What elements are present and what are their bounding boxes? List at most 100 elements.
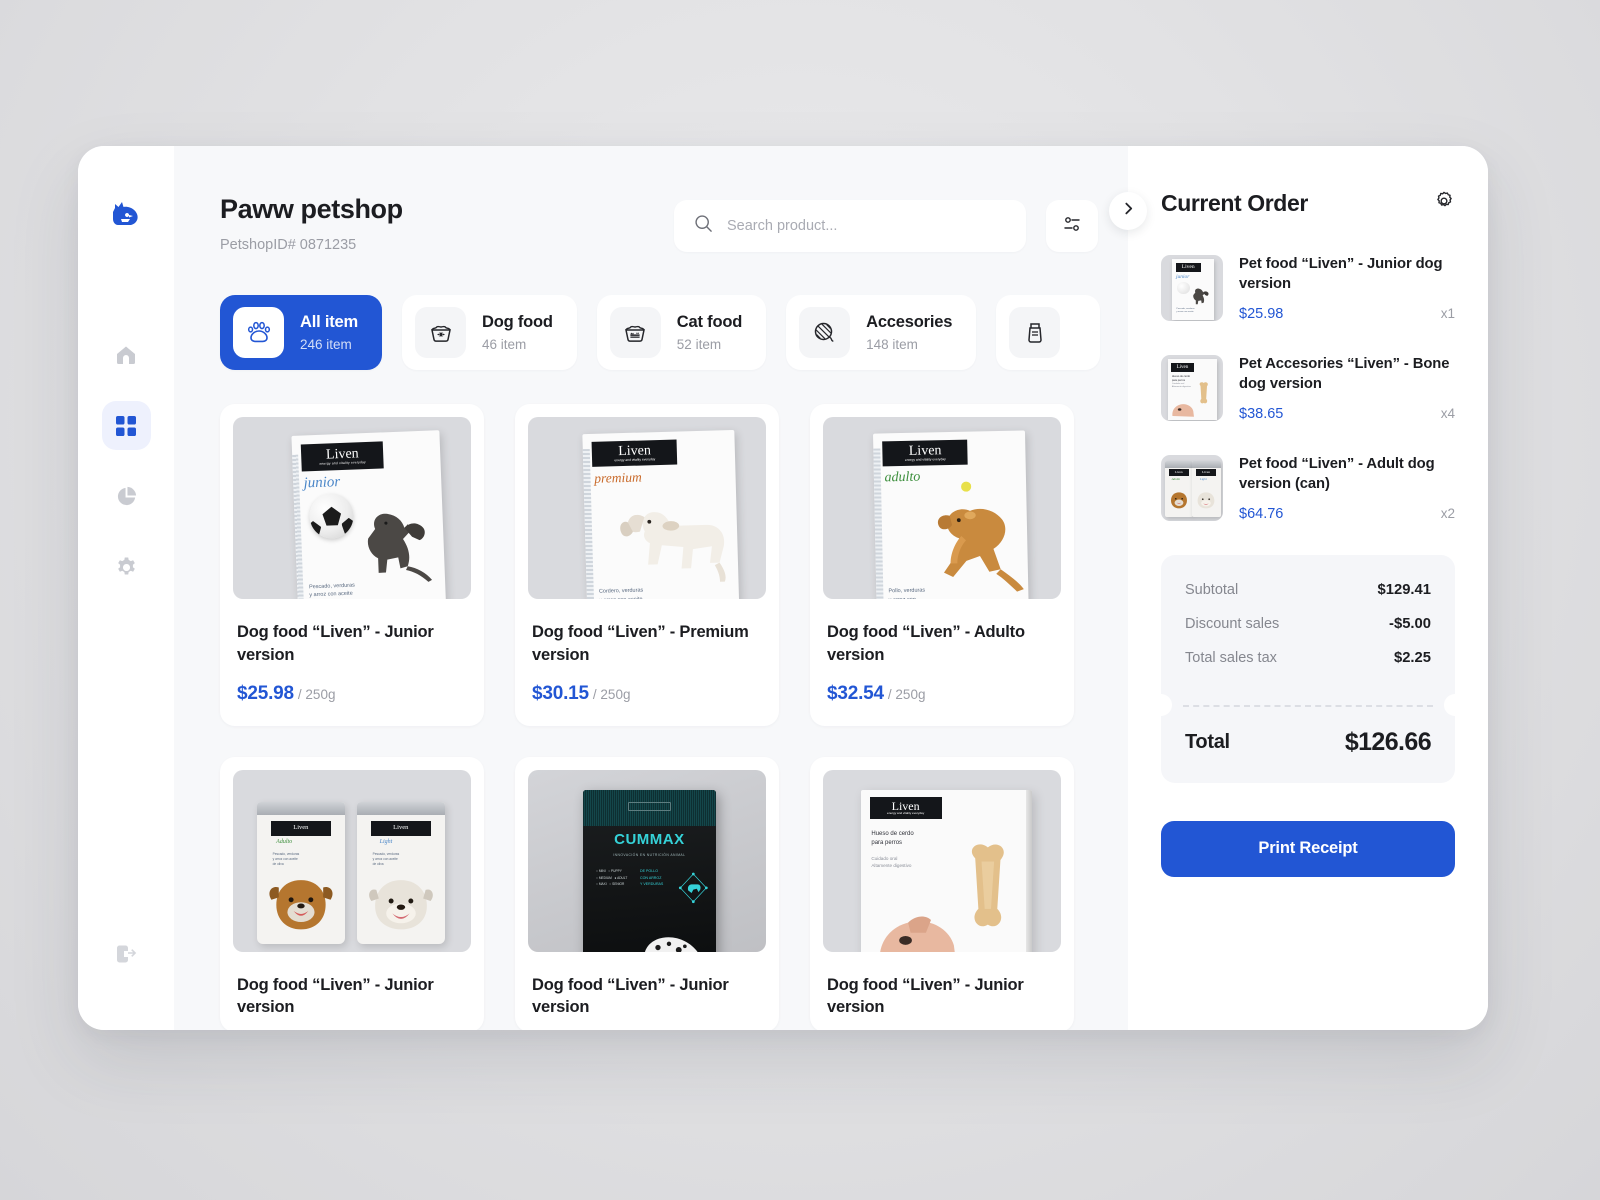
order-item[interactable]: Liven Hueso de cerdo para perros Cuidado …	[1161, 354, 1455, 422]
product-grid: Liven energy and vitality everyday junior	[220, 404, 1128, 1030]
product-image: CUMMAX INNOVACIÓN EN NUTRICIÓN ANIMAL ○ …	[528, 769, 766, 952]
product-title: Dog food “Liven” - Adulto version	[827, 623, 1025, 664]
price-unit: / 250g	[592, 686, 631, 702]
category-count: 52 item	[676, 337, 722, 352]
category-tab-dog-food[interactable]: Dog food 46 item	[402, 295, 577, 370]
order-item-quantity: x2	[1440, 505, 1455, 521]
order-item-price: $25.98	[1239, 305, 1284, 322]
logout-button[interactable]	[102, 929, 151, 978]
order-totals: Subtotal $129.41 Discount sales -$5.00 T…	[1161, 554, 1455, 783]
order-item-thumbnail: Liven Adulto Liven Light	[1161, 454, 1223, 521]
order-item-thumbnail: Liven Hueso de cerdo para perros Cuidado …	[1161, 354, 1223, 421]
order-item-meta: $38.65 x4	[1239, 406, 1455, 422]
category-tab-grooming[interactable]	[996, 295, 1101, 370]
sidebar-item-dashboard[interactable]	[101, 401, 151, 450]
filter-button[interactable]	[1046, 200, 1098, 252]
search-icon	[694, 214, 713, 238]
product-title: Dog food “Liven” - Junior version	[532, 975, 729, 1017]
shop-id: PetshopID# 0871235	[220, 237, 357, 253]
dashed-divider	[1183, 704, 1433, 707]
yarn-ball-icon	[799, 307, 851, 358]
order-item-meta: $25.98 x1	[1239, 306, 1455, 322]
order-items-list: Liven junior Pescado, verduras y arroz co…	[1161, 255, 1455, 522]
product-title: Dog food “Liven” - Premium version	[532, 623, 749, 664]
notch-left	[1161, 693, 1172, 716]
gear-icon	[1433, 190, 1455, 217]
category-label: Cat food	[676, 313, 743, 331]
product-title: Dog food “Liven” - Junior version	[827, 975, 1024, 1017]
order-item-body: Pet Accesories “Liven” - Bone dog versio…	[1239, 355, 1455, 422]
grand-total-label: Total	[1185, 730, 1230, 753]
sidebar-item-settings[interactable]	[102, 543, 151, 592]
product-image: Liven energy and vitality everyday junior	[233, 417, 471, 599]
category-count: 46 item	[482, 337, 527, 352]
price-value: $25.98	[237, 682, 294, 704]
category-tabs: All item 246 item Dog food 46 item Cat f…	[220, 295, 1128, 370]
filter-sliders-icon	[1062, 214, 1082, 239]
order-item-thumbnail: Liven junior Pescado, verduras y arroz co…	[1161, 255, 1223, 321]
dog-bowl-icon	[415, 307, 466, 358]
product-image: Liven energy and vitality everyday adulto	[823, 417, 1061, 599]
main-content: Paww petshop PetshopID# 0871235 Search p…	[174, 146, 1128, 1030]
order-settings-button[interactable]	[1433, 190, 1455, 217]
order-item[interactable]: Liven junior Pescado, verduras y arroz co…	[1161, 255, 1455, 322]
sidebar-item-analytics[interactable]	[102, 472, 151, 521]
product-image: Liven energy and vitality everyday premiu…	[528, 417, 766, 599]
product-image: Liven energy and vitality everyday Hueso …	[823, 769, 1061, 952]
category-label: Accesories	[866, 313, 953, 331]
header-titles: Paww petshop PetshopID# 0871235	[220, 194, 403, 253]
order-header: Current Order	[1161, 190, 1455, 217]
totals-label: Total sales tax	[1185, 649, 1277, 666]
category-tab-cat-food[interactable]: Cat food 52 item	[596, 295, 767, 370]
category-tab-all-item[interactable]: All item 246 item	[220, 295, 382, 370]
order-item-name: Pet Accesories “Liven” - Bone dog versio…	[1239, 355, 1450, 392]
search-box[interactable]	[674, 200, 1026, 252]
sidebar-nav	[101, 330, 151, 592]
totals-label: Discount sales	[1185, 615, 1280, 632]
price-value: $30.15	[532, 682, 589, 704]
category-text: Dog food 46 item	[482, 313, 553, 352]
product-price: $32.54/ 250g	[823, 683, 1061, 713]
product-card[interactable]: Liven energy and vitality everyday adulto	[810, 404, 1074, 726]
category-label: All item	[300, 313, 358, 331]
category-text: All item 246 item	[300, 313, 358, 352]
product-card[interactable]: Liven energy and vitality everyday Hueso …	[810, 756, 1074, 1030]
totals-value: $2.25	[1393, 649, 1431, 666]
sidebar	[78, 146, 174, 1030]
chevron-right-icon	[1122, 202, 1135, 220]
order-title: Current Order	[1161, 190, 1308, 216]
collapse-panel-button[interactable]	[1109, 192, 1147, 230]
grand-total-value: $126.66	[1344, 727, 1432, 756]
category-text: Cat food 52 item	[676, 313, 743, 352]
notch-right	[1444, 693, 1455, 716]
product-card[interactable]: CUMMAX INNOVACIÓN EN NUTRICIÓN ANIMAL ○ …	[515, 756, 779, 1030]
product-price: $30.15/ 250g	[528, 683, 766, 713]
receipt-perforation	[1161, 684, 1455, 728]
category-text: Accesories 148 item	[866, 313, 952, 352]
app-window: Paww petshop PetshopID# 0871235 Search p…	[78, 146, 1488, 1030]
search-input[interactable]	[727, 218, 1006, 234]
price-unit: / 250g	[297, 686, 336, 702]
page-title: Paww petshop	[220, 194, 403, 224]
order-item-quantity: x4	[1440, 405, 1455, 421]
product-card[interactable]: Liven energy and vitality everyday junior	[220, 404, 484, 726]
order-item-price: $64.76	[1239, 505, 1284, 522]
product-card[interactable]: Liven energy and vitality everyday premiu…	[515, 404, 779, 726]
order-item-name: Pet food “Liven” - Junior dog version	[1239, 256, 1443, 292]
dog-head-logo-icon	[104, 193, 148, 237]
print-receipt-button[interactable]: Print Receipt	[1161, 820, 1455, 877]
order-item-meta: $64.76 x2	[1239, 506, 1455, 522]
product-card[interactable]: Liven Adulto Pescado, verduras y arroz co…	[220, 756, 484, 1030]
order-item[interactable]: Liven Adulto Liven Light Pet food “Liven…	[1161, 454, 1455, 522]
order-item-body: Pet food “Liven” - Junior dog version $2…	[1239, 255, 1455, 322]
grand-total-row: Total $126.66	[1185, 727, 1432, 757]
page-header: Paww petshop PetshopID# 0871235	[220, 194, 1128, 253]
grooming-bottle-icon	[1009, 307, 1061, 358]
sidebar-item-home[interactable]	[102, 330, 151, 379]
totals-row: Total sales tax $2.25	[1185, 650, 1431, 666]
paw-icon	[233, 307, 284, 358]
category-tab-accesories[interactable]: Accesories 148 item	[786, 295, 977, 370]
price-value: $32.54	[827, 682, 884, 704]
header-actions	[674, 200, 1098, 252]
current-order-panel: Current Order Liven junior Pescado, verd…	[1109, 146, 1488, 1030]
